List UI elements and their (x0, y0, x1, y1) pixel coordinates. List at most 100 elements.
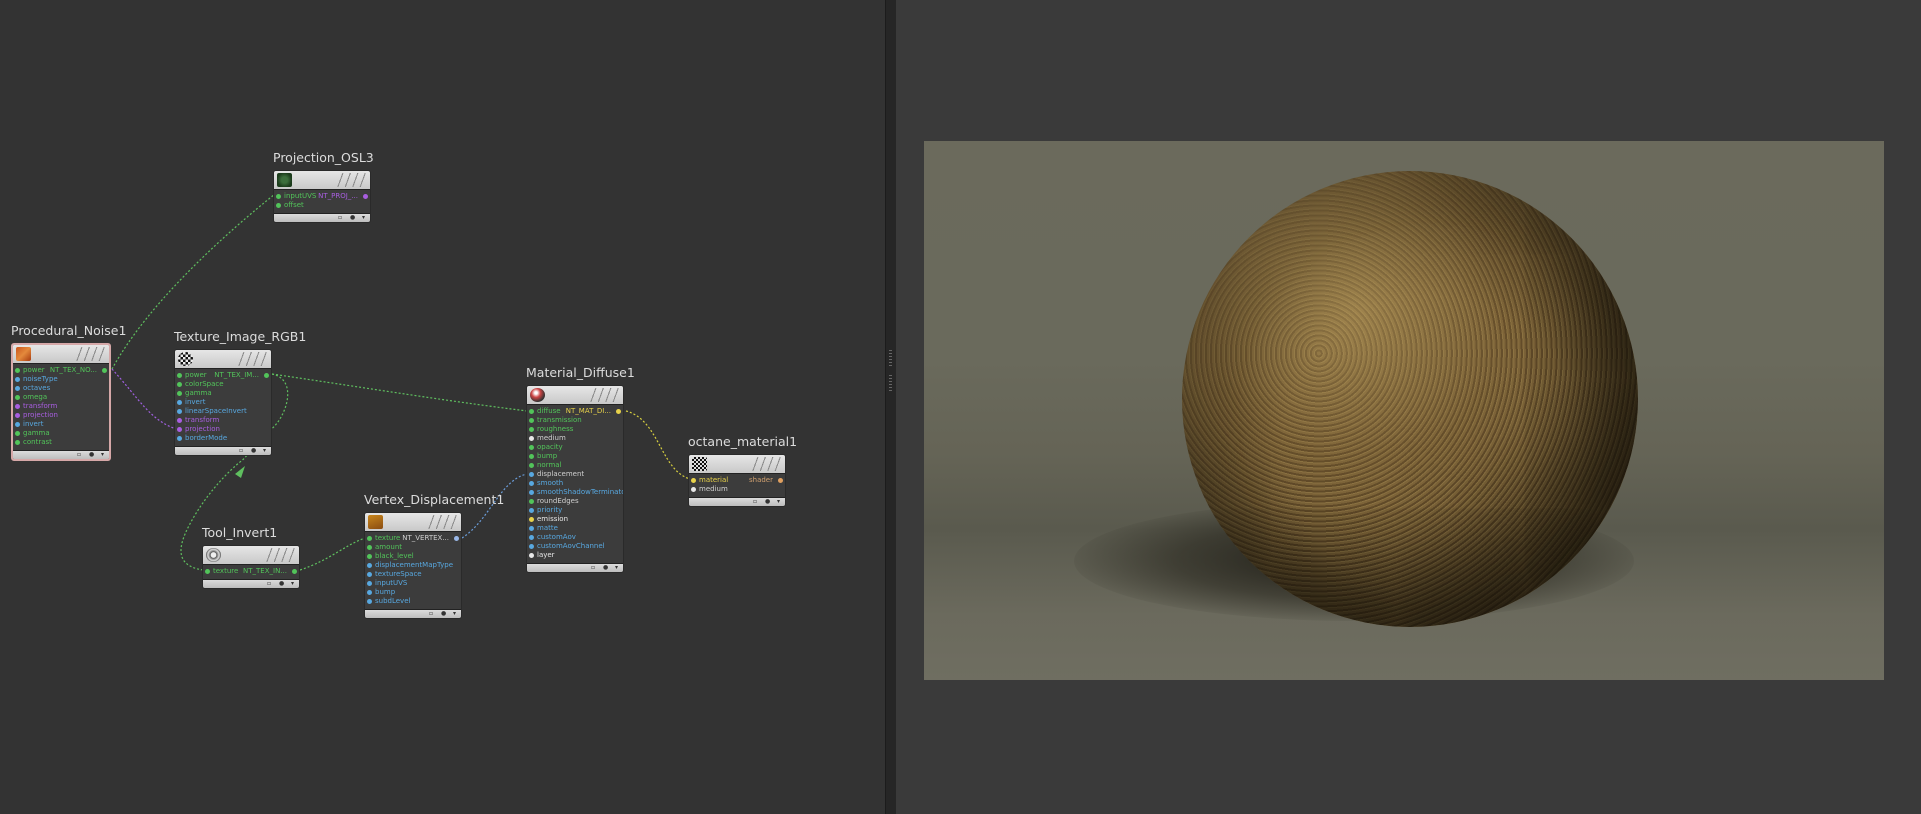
port-normal[interactable]: normal (527, 461, 623, 470)
port-medium[interactable]: medium (527, 434, 623, 443)
checker-icon (178, 352, 193, 366)
node-octane-material1[interactable]: octane_material1 material shader medium ▫… (688, 434, 797, 507)
port-transform[interactable]: transform (175, 416, 271, 425)
port-power[interactable]: power NT_TEX_IM... (175, 371, 271, 380)
wire-arrow (235, 466, 245, 478)
splitter-grip[interactable] (889, 350, 892, 366)
invert-gear-icon (206, 548, 221, 562)
node-texture-image-rgb1[interactable]: Texture_Image_RGB1 power NT_TEX_IM... col… (174, 329, 306, 456)
port-subdlevel[interactable]: subdLevel (365, 597, 461, 606)
splitter-grip[interactable] (889, 375, 892, 391)
noise-icon (16, 347, 31, 361)
port-invert[interactable]: invert (175, 398, 271, 407)
port-offset[interactable]: offset (274, 201, 370, 210)
port-invert[interactable]: invert (13, 420, 109, 429)
port-projection[interactable]: projection (175, 425, 271, 434)
output-label: shader (748, 476, 773, 484)
port-gamma[interactable]: gamma (13, 429, 109, 438)
node-title: octane_material1 (688, 434, 798, 449)
port-customaovchannel[interactable]: customAovChannel (527, 542, 623, 551)
hatch-decoration (751, 457, 781, 471)
output-port[interactable] (292, 569, 297, 574)
port-inputuvs[interactable]: inputUVS (365, 579, 461, 588)
textured-sphere (1182, 171, 1638, 627)
node-title: Texture_Image_RGB1 (174, 329, 307, 344)
port-diffuse[interactable]: diffuse NT_MAT_DI... (527, 407, 623, 416)
port-amount[interactable]: amount (365, 543, 461, 552)
output-label: NT_VERTEX... (402, 534, 449, 542)
port-power[interactable]: power NT_TEX_NO... (13, 366, 109, 375)
wire-diffuse-to-material (625, 410, 691, 480)
port-texturespace[interactable]: textureSpace (365, 570, 461, 579)
projection-icon (277, 173, 292, 187)
port-transmission[interactable]: transmission (527, 416, 623, 425)
port-texture[interactable]: texture NT_VERTEX... (365, 534, 461, 543)
port-gamma[interactable]: gamma (175, 389, 271, 398)
port-emission[interactable]: emission (527, 515, 623, 524)
wire-noise-to-texture-transform (111, 368, 177, 430)
port-layer[interactable]: layer (527, 551, 623, 560)
wire-invert-to-displacement (299, 537, 366, 571)
hatch-decoration (75, 347, 105, 361)
port-priority[interactable]: priority (527, 506, 623, 515)
port-customaov[interactable]: customAov (527, 533, 623, 542)
hatch-decoration (237, 352, 267, 366)
node-title: Material_Diffuse1 (526, 365, 635, 380)
displacement-icon (368, 515, 383, 529)
port-smooth[interactable]: smooth (527, 479, 623, 488)
node-title: Projection_OSL3 (273, 150, 374, 165)
hatch-decoration (265, 548, 295, 562)
node-graph-editor[interactable]: Projection_OSL3 inputUVS NT_PROJ_... offs… (0, 0, 885, 814)
port-roughness[interactable]: roughness (527, 425, 623, 434)
port-colorspace[interactable]: colorSpace (175, 380, 271, 389)
port-bump[interactable]: bump (365, 588, 461, 597)
output-port[interactable] (102, 368, 107, 373)
node-title: Tool_Invert1 (202, 525, 278, 540)
output-port[interactable] (616, 409, 621, 414)
port-projection[interactable]: projection (13, 411, 109, 420)
port-texture[interactable]: texture NT_TEX_IN... (203, 567, 299, 576)
port-noisetype[interactable]: noiseType (13, 375, 109, 384)
node-material-diffuse1[interactable]: Material_Diffuse1 diffuse NT_MAT_DI... tr… (526, 365, 635, 573)
port-omega[interactable]: omega (13, 393, 109, 402)
wire-texture-to-diffuse (271, 373, 528, 412)
material-ball-icon (530, 388, 545, 402)
render-image (924, 141, 1884, 680)
port-bump[interactable]: bump (527, 452, 623, 461)
port-opacity[interactable]: opacity (527, 443, 623, 452)
port-bordermode[interactable]: borderMode (175, 434, 271, 443)
checker-flag-icon (692, 457, 707, 471)
node-vertex-displacement1[interactable]: Vertex_Displacement1 texture NT_VERTEX...… (364, 492, 504, 619)
output-port[interactable] (264, 373, 269, 378)
node-projection-osl3[interactable]: Projection_OSL3 inputUVS NT_PROJ_... offs… (273, 150, 374, 223)
port-transform[interactable]: transform (13, 402, 109, 411)
port-smoothshadowterminator[interactable]: smoothShadowTerminator (527, 488, 623, 497)
connection-wires (111, 193, 691, 571)
port-contrast[interactable]: contrast (13, 438, 109, 447)
node-procedural-noise1[interactable]: Procedural_Noise1 power NT_TEX_NO... nois… (11, 323, 126, 461)
port-inputuvs[interactable]: inputUVS NT_PROJ_... (274, 192, 370, 201)
port-roundedges[interactable]: roundEdges (527, 497, 623, 506)
output-label: NT_TEX_IN... (243, 567, 287, 575)
port-displacement[interactable]: displacement (527, 470, 623, 479)
port-medium[interactable]: medium (689, 485, 785, 494)
node-title: Vertex_Displacement1 (364, 492, 505, 507)
port-linearspaceinvert[interactable]: linearSpaceInvert (175, 407, 271, 416)
hatch-decoration (336, 173, 366, 187)
node-title: Procedural_Noise1 (11, 323, 127, 338)
output-label: NT_TEX_IM... (214, 371, 259, 379)
output-label: NT_MAT_DI... (565, 407, 611, 415)
port-octaves[interactable]: octaves (13, 384, 109, 393)
node-tool-invert1[interactable]: Tool_Invert1 texture NT_TEX_IN... ▫ ● ▾ (202, 525, 300, 589)
hatch-decoration (589, 388, 619, 402)
port-black-level[interactable]: black_level (365, 552, 461, 561)
output-port[interactable] (454, 536, 459, 541)
render-viewer[interactable] (896, 0, 1921, 814)
output-port[interactable] (778, 478, 783, 483)
port-matte[interactable]: matte (527, 524, 623, 533)
hatch-decoration (427, 515, 457, 529)
port-displacementmaptype[interactable]: displacementMapType (365, 561, 461, 570)
output-port[interactable] (363, 194, 368, 199)
port-material[interactable]: material shader (689, 476, 785, 485)
output-label: NT_TEX_NO... (49, 366, 97, 374)
